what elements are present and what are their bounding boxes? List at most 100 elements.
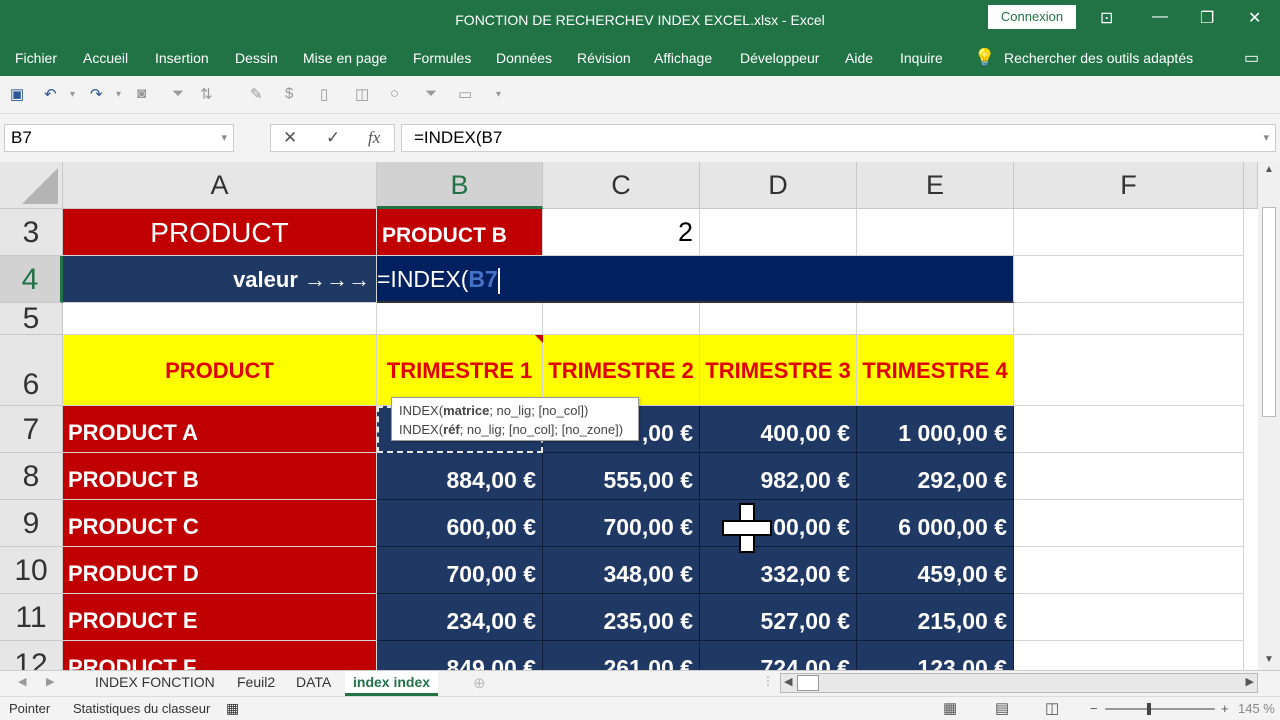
cell-f5[interactable]	[1014, 303, 1244, 335]
row-header-7[interactable]: 7	[0, 406, 63, 453]
cell-c6[interactable]: TRIMESTRE 2	[543, 335, 700, 406]
shape-icon[interactable]: ○	[390, 85, 399, 102]
cell-f8[interactable]	[1014, 453, 1244, 500]
cell-b9[interactable]: 600,00 €	[377, 500, 543, 547]
cell-c3[interactable]: 2	[543, 209, 700, 256]
sheet-tab-data[interactable]: DATA	[288, 671, 339, 696]
chart-icon[interactable]: ◫	[355, 85, 369, 103]
cell-e7[interactable]: 1 000,00 €	[857, 406, 1014, 453]
tab-mise-en-page[interactable]: Mise en page	[303, 50, 387, 66]
row-header-9[interactable]: 9	[0, 500, 63, 547]
worksheet-grid[interactable]: A B C D E F 3 4 5 6 7 8 9 10 11 12 PRODU…	[0, 162, 1280, 670]
cell-a4[interactable]: valeur →→→	[63, 256, 377, 303]
format-painter-icon[interactable]: ✎	[250, 85, 263, 103]
cell-c8[interactable]: 555,00 €	[543, 453, 700, 500]
search-tools-input[interactable]: Rechercher des outils adaptés	[1004, 50, 1193, 66]
formula-input[interactable]: =INDEX(B7 ▾	[401, 124, 1276, 152]
cell-f11[interactable]	[1014, 594, 1244, 641]
row-header-8[interactable]: 8	[0, 453, 63, 500]
enter-formula-button[interactable]: ✓	[326, 128, 340, 148]
cell-d12[interactable]: 724,00 €	[700, 641, 857, 670]
insert-function-button[interactable]: fx	[368, 128, 380, 148]
cell-b3[interactable]: PRODUCT B	[377, 209, 543, 256]
cell-e5[interactable]	[857, 303, 1014, 335]
cell-f12[interactable]	[1014, 641, 1244, 670]
tab-aide[interactable]: Aide	[845, 50, 873, 66]
page-break-view-icon[interactable]: ◫	[1045, 699, 1059, 717]
tooltip-line-ref[interactable]: INDEX(réf; no_lig; [no_col]; [no_zone])	[399, 420, 638, 439]
next-sheet-icon[interactable]: ▶	[46, 675, 54, 688]
normal-view-icon[interactable]: ▦	[943, 699, 957, 717]
add-sheet-icon[interactable]: ⊕	[473, 674, 486, 692]
cell-e6[interactable]: TRIMESTRE 4	[857, 335, 1014, 406]
sheet-tab-index-fonction[interactable]: INDEX FONCTION	[87, 671, 223, 696]
page-icon[interactable]: ▯	[320, 85, 328, 103]
page-layout-view-icon[interactable]: ▤	[995, 699, 1009, 717]
cell-e12[interactable]: 123,00 €	[857, 641, 1014, 670]
connexion-button[interactable]: Connexion	[988, 5, 1076, 29]
cell-e9[interactable]: 6 000,00 €	[857, 500, 1014, 547]
camera-icon[interactable]: ◙	[137, 85, 146, 102]
scroll-left-icon[interactable]: ◀	[784, 675, 792, 688]
tab-dessin[interactable]: Dessin	[235, 50, 278, 66]
row-header-10[interactable]: 10	[0, 547, 63, 594]
split-handle-icon[interactable]: ⋮	[762, 674, 774, 688]
comments-icon[interactable]: ▭	[1244, 48, 1259, 68]
horizontal-scrollbar[interactable]: ◀ ▶	[780, 673, 1258, 693]
cell-f7[interactable]	[1014, 406, 1244, 453]
tab-affichage[interactable]: Affichage	[654, 50, 712, 66]
column-header-b[interactable]: B	[377, 162, 543, 209]
tab-insertion[interactable]: Insertion	[155, 50, 209, 66]
sheet-tab-feuil2[interactable]: Feuil2	[229, 671, 283, 696]
cell-a10[interactable]: PRODUCT D	[63, 547, 377, 594]
tab-developpeur[interactable]: Développeur	[740, 50, 819, 66]
cell-c12[interactable]: 261,00 €	[543, 641, 700, 670]
zoom-out-icon[interactable]: −	[1090, 701, 1098, 716]
cell-d8[interactable]: 982,00 €	[700, 453, 857, 500]
cell-d3[interactable]	[700, 209, 857, 256]
filter-icon[interactable]: ⏷	[172, 85, 184, 102]
cell-b4-editing[interactable]: =INDEX(B7	[377, 256, 1014, 303]
currency-icon[interactable]: $	[285, 85, 293, 102]
cell-b6[interactable]: TRIMESTRE 1	[377, 335, 543, 406]
undo-dropdown-icon[interactable]: ▾	[70, 89, 75, 100]
cell-b10[interactable]: 700,00 €	[377, 547, 543, 594]
cell-c9[interactable]: 700,00 €	[543, 500, 700, 547]
cell-a3[interactable]: PRODUCT	[63, 209, 377, 256]
cell-f3[interactable]	[1014, 209, 1244, 256]
cell-d5[interactable]	[700, 303, 857, 335]
cell-b11[interactable]: 234,00 €	[377, 594, 543, 641]
redo-dropdown-icon[interactable]: ▾	[116, 89, 121, 100]
row-header-3[interactable]: 3	[0, 209, 63, 256]
cell-c11[interactable]: 235,00 €	[543, 594, 700, 641]
cell-e8[interactable]: 292,00 €	[857, 453, 1014, 500]
cell-b8[interactable]: 884,00 €	[377, 453, 543, 500]
name-box-dropdown-icon[interactable]: ▾	[221, 125, 227, 151]
name-box[interactable]: B7 ▾	[4, 124, 234, 152]
column-header-a[interactable]: A	[63, 162, 377, 209]
tab-accueil[interactable]: Accueil	[83, 50, 128, 66]
cancel-formula-button[interactable]: ✕	[283, 128, 297, 148]
minimize-icon[interactable]: —	[1152, 8, 1168, 26]
accessibility-icon[interactable]: ▦	[226, 700, 239, 717]
cell-d10[interactable]: 332,00 €	[700, 547, 857, 594]
row-header-12[interactable]: 12	[0, 641, 63, 670]
cell-b12[interactable]: 849,00 €	[377, 641, 543, 670]
scroll-right-icon[interactable]: ▶	[1246, 675, 1254, 688]
cell-a8[interactable]: PRODUCT B	[63, 453, 377, 500]
tab-fichier[interactable]: Fichier	[15, 50, 57, 66]
cell-f6[interactable]	[1014, 335, 1244, 406]
cell-e3[interactable]	[857, 209, 1014, 256]
cell-d11[interactable]: 527,00 €	[700, 594, 857, 641]
scroll-up-icon[interactable]: ▲	[1264, 164, 1274, 175]
expand-formula-icon[interactable]: ▾	[1263, 125, 1269, 151]
scroll-down-icon[interactable]: ▼	[1264, 654, 1274, 665]
cell-a6[interactable]: PRODUCT	[63, 335, 377, 406]
customize-qat-icon[interactable]: ▾	[496, 89, 501, 100]
ribbon-display-icon[interactable]: ⊡	[1100, 8, 1113, 28]
column-header-f[interactable]: F	[1014, 162, 1244, 209]
funnel-icon[interactable]: ⏷	[425, 85, 437, 102]
zoom-slider-thumb[interactable]	[1147, 703, 1151, 715]
row-header-11[interactable]: 11	[0, 594, 63, 641]
cell-a12[interactable]: PRODUCT F	[63, 641, 377, 670]
